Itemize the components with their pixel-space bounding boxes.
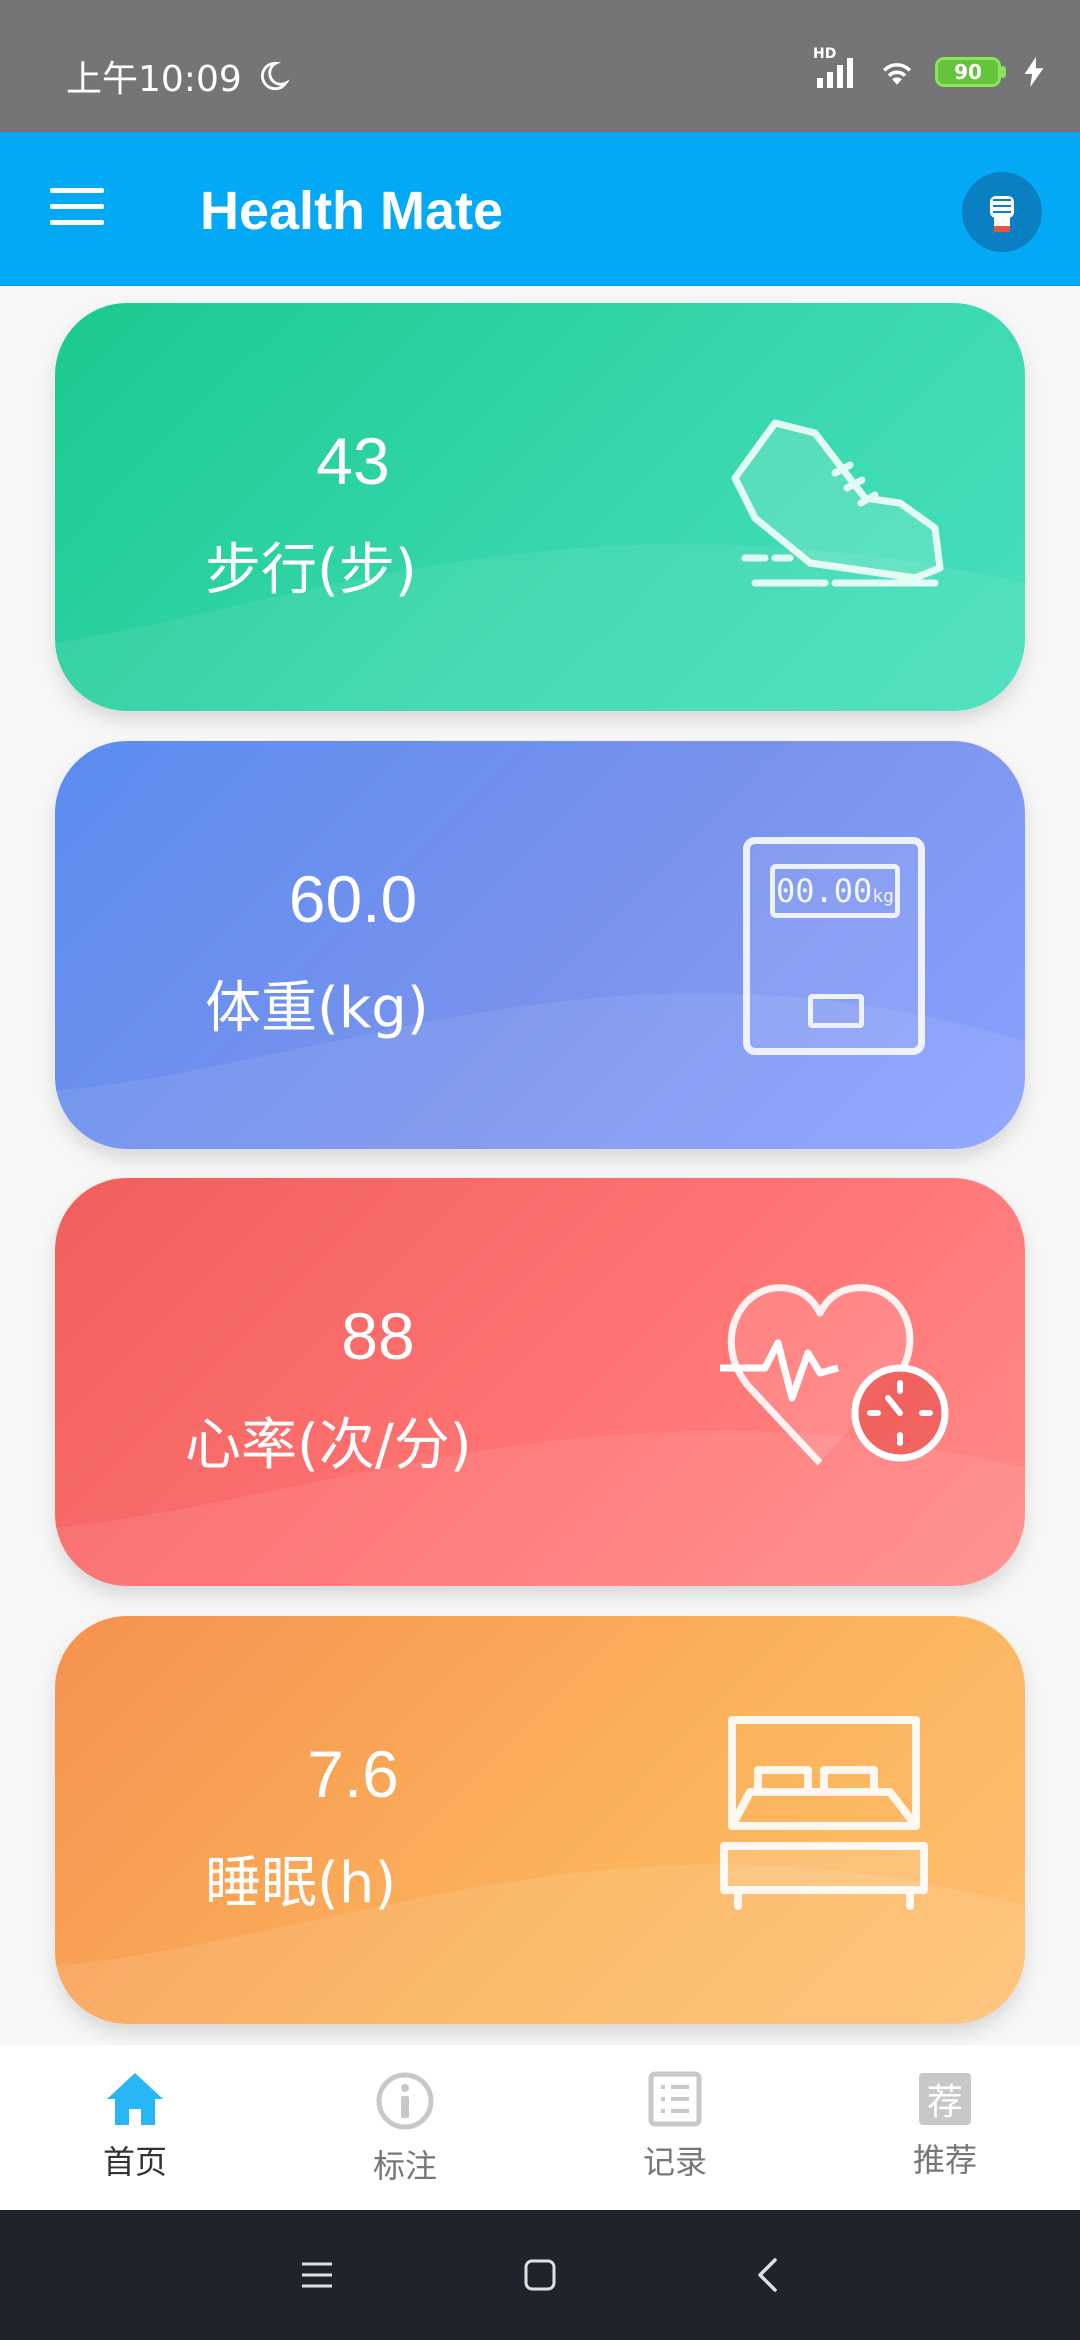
system-nav-bar: [0, 2210, 1080, 2340]
scale-display-unit: kg: [872, 885, 894, 907]
battery-icon: 90: [935, 57, 1006, 87]
recommend-icon: 荐: [919, 2073, 971, 2125]
bed-icon: [720, 1716, 928, 1910]
nav-records-label: 记录: [642, 2143, 707, 2181]
app-title: Health Mate: [200, 181, 504, 241]
sleep-label: 睡眠(h): [205, 1851, 397, 1916]
heart-rate-card[interactable]: 88 心率(次/分): [55, 1178, 1025, 1586]
wifi-icon: [882, 63, 912, 85]
home-square-icon: [524, 2259, 556, 2291]
back-chevron-icon: [758, 2258, 777, 2292]
nav-home-label: 首页: [102, 2143, 167, 2181]
app-bar: Health Mate: [0, 132, 1080, 286]
nav-annotate-label: 标注: [372, 2147, 437, 2185]
recents-icon: [302, 2262, 332, 2288]
info-icon: [376, 2072, 434, 2130]
heart-rate-label: 心率(次/分): [185, 1413, 472, 1478]
sleep-value: 7.6: [307, 1737, 399, 1811]
home-icon: [107, 2073, 163, 2125]
status-bar: 上午10:09 HD 90: [0, 0, 1080, 132]
list-icon: [648, 2071, 702, 2127]
nav-annotate[interactable]: 标注: [270, 2045, 540, 2210]
nav-home[interactable]: 首页: [0, 2045, 270, 2210]
heart-rate-value: 88: [341, 1299, 415, 1373]
weight-value: 60.0: [288, 862, 418, 936]
recents-button[interactable]: [292, 2250, 342, 2300]
home-button[interactable]: [515, 2250, 565, 2300]
nav-records[interactable]: 记录: [540, 2045, 810, 2210]
heart-rate-icon: [720, 1284, 949, 1466]
weight-card[interactable]: 60.0 体重(kg) 00.00 kg: [55, 741, 1025, 1149]
nav-recommend-label: 推荐: [912, 2141, 977, 2179]
nav-recommend[interactable]: 荐 推荐: [810, 2045, 1080, 2210]
steps-card[interactable]: 43 步行(步): [55, 303, 1025, 711]
weight-label: 体重(kg): [205, 976, 429, 1041]
clock-text: 上午10:09: [66, 59, 242, 100]
battery-level: 90: [954, 60, 982, 84]
bottom-navigation: 首页 标注 记录 荐 推荐: [0, 2045, 1080, 2210]
scale-icon: 00.00 kg: [743, 837, 925, 1055]
hamburger-menu-icon: [50, 188, 104, 193]
sleep-card[interactable]: 7.6 睡眠(h): [55, 1616, 1025, 2024]
charging-bolt-icon: [1024, 57, 1044, 87]
avatar-button[interactable]: [962, 172, 1042, 252]
fist-avatar-icon: [990, 196, 1014, 232]
steps-value: 43: [316, 424, 390, 498]
scale-display-text: 00.00: [775, 872, 873, 910]
back-button[interactable]: [742, 2250, 792, 2300]
sneaker-icon: [731, 419, 944, 587]
moon-icon: [260, 61, 290, 91]
cell-signal-icon: HD: [813, 46, 859, 90]
recommend-icon-glyph: 荐: [926, 2082, 963, 2123]
menu-button[interactable]: [50, 188, 104, 230]
steps-label: 步行(步): [205, 538, 417, 603]
status-time: 上午10:09: [66, 50, 290, 102]
